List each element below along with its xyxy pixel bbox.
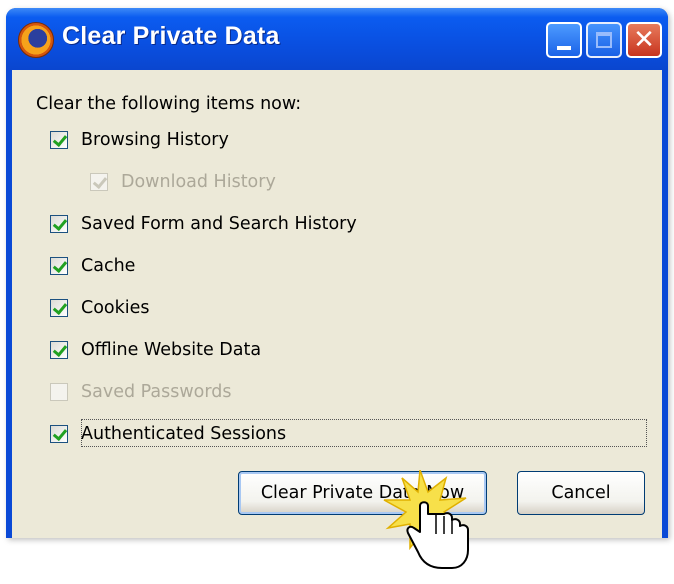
- item-saved-form-history[interactable]: Saved Form and Search History: [50, 211, 357, 237]
- item-label: Cache: [81, 256, 136, 276]
- checkbox: [50, 383, 68, 401]
- item-label: Saved Passwords: [81, 382, 232, 402]
- item-label: Saved Form and Search History: [81, 214, 357, 234]
- maximize-button[interactable]: [586, 22, 622, 58]
- item-saved-passwords: Saved Passwords: [50, 379, 232, 405]
- cancel-button[interactable]: Cancel: [517, 471, 645, 515]
- item-label: Authenticated Sessions: [81, 424, 287, 444]
- item-offline-website-data[interactable]: Offline Website Data: [50, 337, 261, 363]
- item-label: Download History: [121, 172, 276, 192]
- instructions-heading: Clear the following items now:: [36, 94, 302, 114]
- window-title: Clear Private Data: [62, 22, 280, 50]
- title-bar[interactable]: Clear Private Data ✕: [6, 8, 668, 70]
- hand-cursor-icon: [380, 469, 490, 584]
- close-button[interactable]: ✕: [626, 22, 662, 58]
- item-label: Cookies: [81, 298, 150, 318]
- checkbox[interactable]: [50, 215, 68, 233]
- checkbox[interactable]: [50, 131, 68, 149]
- item-label: Offline Website Data: [81, 340, 262, 360]
- item-label: Browsing History: [81, 130, 229, 150]
- minimize-icon: [557, 46, 571, 50]
- item-cache[interactable]: Cache: [50, 253, 135, 279]
- close-icon: ✕: [633, 25, 655, 55]
- maximize-icon: [596, 32, 612, 48]
- dialog-body: Clear the following items now: Browsing …: [12, 70, 662, 538]
- item-download-history: Download History: [90, 169, 276, 195]
- item-browsing-history[interactable]: Browsing History: [50, 127, 229, 153]
- clear-private-data-dialog: Clear Private Data ✕ Clear the following…: [6, 8, 668, 538]
- checkbox[interactable]: [50, 425, 68, 443]
- item-cookies[interactable]: Cookies: [50, 295, 150, 321]
- checkbox[interactable]: [50, 341, 68, 359]
- checkbox[interactable]: [50, 299, 68, 317]
- minimize-button[interactable]: [546, 22, 582, 58]
- checkbox: [90, 173, 108, 191]
- item-authenticated-sessions[interactable]: Authenticated Sessions: [50, 421, 286, 447]
- firefox-icon: [18, 22, 54, 58]
- checkbox[interactable]: [50, 257, 68, 275]
